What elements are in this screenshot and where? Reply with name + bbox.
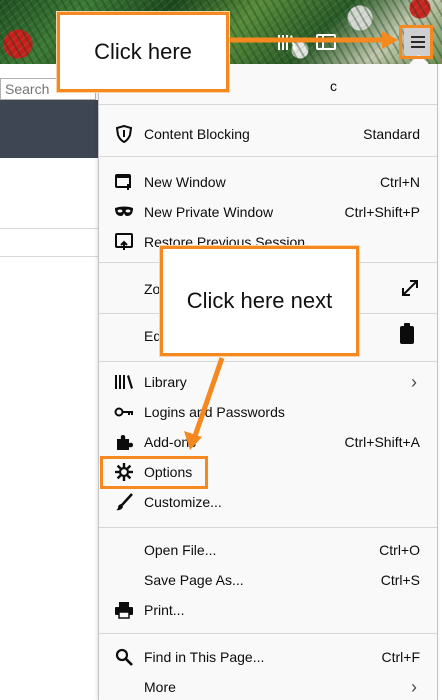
menu-item-label: More — [144, 679, 176, 695]
menu-header-text: c — [330, 78, 337, 94]
page-banner — [0, 100, 100, 158]
restore-session-icon — [114, 232, 134, 252]
menu-item-label: Save Page As... — [144, 572, 244, 588]
shield-icon — [114, 124, 134, 144]
menu-item-find[interactable]: Find in This Page... Ctrl+F — [99, 642, 437, 672]
menu-separator — [99, 104, 437, 105]
menu-item-shortcut: Ctrl+F — [381, 649, 421, 665]
brush-icon — [114, 492, 134, 512]
options-highlight — [100, 456, 208, 489]
menu-item-new-private-window[interactable]: New Private Window Ctrl+Shift+P — [99, 197, 437, 227]
menu-item-shortcut: Ctrl+Shift+P — [344, 204, 420, 220]
menu-separator — [99, 633, 437, 634]
magnifier-icon — [114, 647, 134, 667]
new-window-icon — [114, 172, 134, 192]
menu-item-label: Ed — [144, 328, 162, 344]
fullscreen-icon[interactable] — [400, 278, 420, 298]
page-divider — [0, 228, 100, 229]
menu-item-label: Customize... — [144, 494, 222, 510]
key-icon — [114, 402, 134, 422]
menu-item-label: Find in This Page... — [144, 649, 265, 665]
menu-item-open-file[interactable]: Open File... Ctrl+O — [99, 535, 437, 565]
mask-icon — [114, 202, 134, 222]
menu-item-label: Logins and Passwords — [144, 404, 285, 420]
menu-item-save-page[interactable]: Save Page As... Ctrl+S — [99, 565, 437, 595]
chevron-right-icon: › — [411, 676, 417, 697]
menu-item-shortcut: Ctrl+O — [379, 542, 420, 558]
menu-item-library[interactable]: Library › — [99, 367, 437, 397]
menu-item-value: Standard — [363, 126, 420, 142]
menu-separator — [99, 527, 437, 528]
callout-text: Click here next — [186, 288, 333, 313]
menu-item-customize[interactable]: Customize... — [99, 487, 437, 517]
printer-icon — [114, 600, 134, 620]
menu-item-shortcut: Ctrl+Shift+A — [344, 434, 420, 450]
menu-item-label: Library — [144, 374, 187, 390]
menu-item-shortcut: Ctrl+S — [380, 572, 420, 588]
paste-icon[interactable] — [400, 323, 414, 344]
menu-item-label: Print... — [144, 602, 185, 618]
menu-item-label: Open File... — [144, 542, 217, 558]
puzzle-icon — [114, 432, 134, 452]
menu-item-content-blocking[interactable]: Content Blocking Standard — [99, 119, 437, 149]
menu-separator — [99, 361, 437, 362]
menu-button-highlight — [399, 25, 433, 59]
menu-separator — [99, 156, 437, 157]
library-icon — [114, 372, 134, 392]
menu-item-label: Zo — [144, 281, 161, 297]
menu-item-label: Content Blocking — [144, 126, 250, 142]
menu-item-more[interactable]: More › — [99, 672, 437, 700]
menu-item-label: New Window — [144, 174, 226, 190]
menu-item-new-window[interactable]: New Window Ctrl+N — [99, 167, 437, 197]
menu-item-print[interactable]: Print... — [99, 595, 437, 625]
callout-click-here: Click here — [57, 12, 229, 92]
page-divider — [0, 256, 100, 257]
menu-item-label: New Private Window — [144, 204, 274, 220]
library-toolbar-icon[interactable] — [277, 33, 297, 51]
callout-text: Click here — [94, 39, 192, 64]
menu-item-add-ons[interactable]: Add-ons Ctrl+Shift+A — [99, 427, 437, 457]
menu-item-label: Add-ons — [144, 434, 197, 450]
menu-item-shortcut: Ctrl+N — [379, 174, 420, 190]
sidebar-toggle-icon[interactable] — [316, 34, 336, 50]
menu-item-logins[interactable]: Logins and Passwords — [99, 397, 437, 427]
callout-click-here-next: Click here next — [160, 246, 359, 356]
chevron-right-icon: › — [411, 371, 417, 392]
